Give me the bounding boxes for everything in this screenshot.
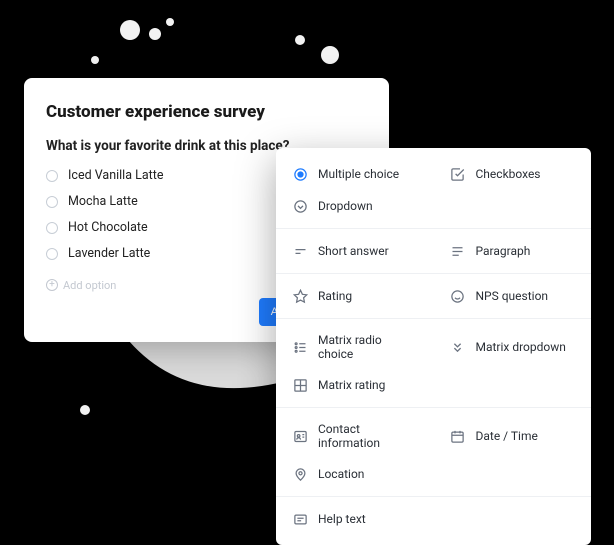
menu-item-short-answer[interactable]: Short answer [276, 235, 434, 267]
smile-icon [450, 288, 466, 304]
plus-circle-icon: + [46, 279, 58, 291]
option-label: Lavender Latte [68, 246, 150, 261]
add-option-label: Add option [63, 279, 116, 292]
menu-separator [276, 496, 591, 497]
menu-item-datetime[interactable]: Date / Time [434, 414, 592, 458]
menu-item-label: Checkboxes [476, 167, 541, 181]
radio-icon [46, 222, 58, 234]
menu-item-paragraph[interactable]: Paragraph [434, 235, 592, 267]
short-text-icon [292, 243, 308, 259]
star-icon [292, 288, 308, 304]
menu-item-help-text[interactable]: Help text [276, 503, 434, 535]
menu-item-location[interactable]: Location [276, 458, 434, 490]
radio-icon [46, 248, 58, 260]
menu-item-checkboxes[interactable]: Checkboxes [434, 158, 592, 190]
option-label: Hot Chocolate [68, 220, 148, 235]
menu-item-matrix-dropdown[interactable]: Matrix dropdown [434, 325, 592, 369]
menu-item-contact[interactable]: Contact information [276, 414, 434, 458]
menu-item-dropdown[interactable]: Dropdown [276, 190, 434, 222]
contact-card-icon [292, 428, 308, 444]
map-pin-icon [292, 466, 308, 482]
menu-separator [276, 318, 591, 319]
menu-item-label: Matrix radio choice [318, 333, 418, 361]
list-radio-icon [292, 339, 308, 355]
menu-item-label: Rating [318, 289, 352, 303]
radio-selected-icon [292, 166, 308, 182]
menu-item-nps[interactable]: NPS question [434, 280, 592, 312]
menu-item-label: Date / Time [476, 429, 538, 443]
text-box-icon [292, 511, 308, 527]
add-option-button[interactable]: + Add option [46, 279, 116, 292]
menu-item-label: Matrix dropdown [476, 340, 566, 354]
menu-separator [276, 273, 591, 274]
menu-separator [276, 407, 591, 408]
paragraph-icon [450, 243, 466, 259]
radio-icon [46, 196, 58, 208]
dropdown-circle-icon [292, 198, 308, 214]
menu-item-multiple-choice[interactable]: Multiple choice [276, 158, 434, 190]
option-label: Mocha Latte [68, 194, 138, 209]
menu-item-label: Matrix rating [318, 378, 385, 392]
calendar-icon [450, 428, 466, 444]
menu-item-label: Contact information [318, 422, 418, 450]
question-type-menu: Multiple choice Checkboxes Dropdown [276, 148, 591, 545]
double-chevron-down-icon [450, 339, 466, 355]
survey-title: Customer experience survey [46, 102, 367, 122]
option-label: Iced Vanilla Latte [68, 168, 163, 183]
menu-item-label: Multiple choice [318, 167, 399, 181]
checkbox-icon [450, 166, 466, 182]
menu-item-label: Help text [318, 512, 366, 526]
menu-item-label: Paragraph [476, 244, 531, 258]
grid-icon [292, 377, 308, 393]
menu-item-label: NPS question [476, 289, 549, 303]
menu-item-label: Dropdown [318, 199, 373, 213]
radio-icon [46, 170, 58, 182]
menu-separator [276, 228, 591, 229]
menu-item-label: Short answer [318, 244, 389, 258]
menu-item-rating[interactable]: Rating [276, 280, 434, 312]
menu-item-matrix-rating[interactable]: Matrix rating [276, 369, 434, 401]
menu-item-label: Location [318, 467, 364, 481]
menu-item-matrix-radio[interactable]: Matrix radio choice [276, 325, 434, 369]
